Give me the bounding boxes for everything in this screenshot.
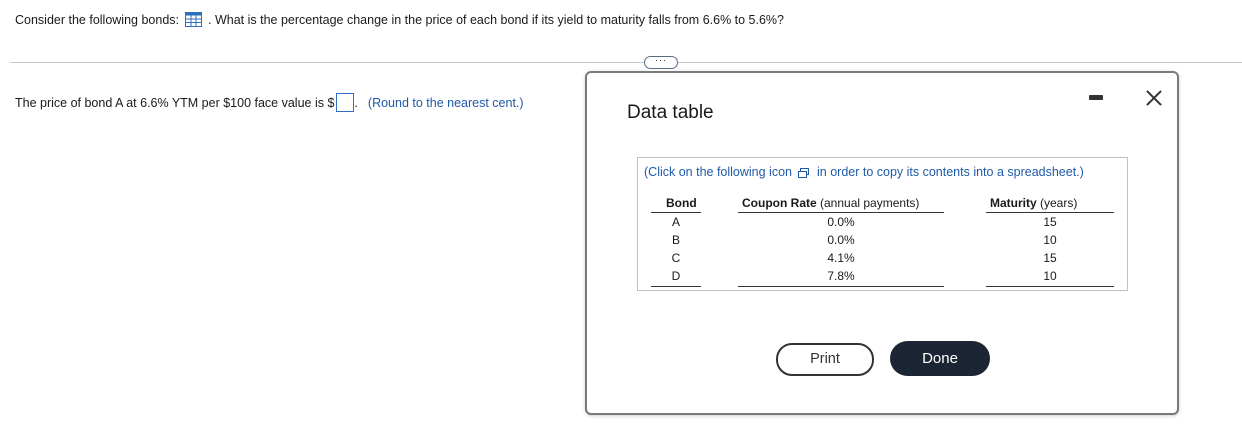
cell-coupon: 0.0% bbox=[827, 215, 855, 229]
data-table-dialog: Data table (Click on the following icon … bbox=[585, 71, 1179, 415]
done-button[interactable]: Done bbox=[890, 341, 990, 376]
cell-bond: B bbox=[671, 233, 680, 247]
copy-suffix: in order to copy its contents into a spr… bbox=[817, 165, 1084, 179]
header-coupon-rate: Coupon Rate (annual payments) bbox=[742, 196, 920, 210]
copy-prefix: (Click on the following icon bbox=[644, 165, 792, 179]
dialog-title: Data table bbox=[627, 102, 714, 123]
cell-maturity: 10 bbox=[1043, 269, 1057, 283]
cell-bond: C bbox=[671, 251, 681, 265]
header-bond: Bond bbox=[666, 196, 697, 210]
header-rule bbox=[651, 212, 701, 213]
question-prefix: Consider the following bonds: bbox=[15, 12, 179, 27]
cell-maturity: 15 bbox=[1043, 215, 1057, 229]
header-rule bbox=[738, 212, 944, 213]
copy-instruction: (Click on the following icon in order to… bbox=[644, 165, 1084, 179]
answer-suffix: . bbox=[354, 95, 358, 110]
cell-maturity: 15 bbox=[1043, 251, 1057, 265]
footer-rule bbox=[986, 286, 1114, 287]
data-table-container: (Click on the following icon in order to… bbox=[637, 157, 1128, 291]
cell-coupon: 4.1% bbox=[827, 251, 855, 265]
cell-maturity: 10 bbox=[1043, 233, 1057, 247]
header-maturity: Maturity (years) bbox=[990, 196, 1078, 210]
minimize-icon[interactable] bbox=[1089, 95, 1103, 100]
close-icon[interactable] bbox=[1145, 89, 1163, 107]
footer-rule bbox=[738, 286, 944, 287]
header-rule bbox=[986, 212, 1114, 213]
cell-coupon: 7.8% bbox=[827, 269, 855, 283]
answer-input[interactable] bbox=[336, 93, 355, 112]
answer-prefix: The price of bond A at 6.6% YTM per $100… bbox=[15, 95, 335, 110]
answer-line: The price of bond A at 6.6% YTM per $100… bbox=[15, 93, 524, 112]
print-button[interactable]: Print bbox=[776, 343, 874, 376]
cell-coupon: 0.0% bbox=[827, 233, 855, 247]
cell-bond: D bbox=[671, 269, 681, 283]
data-table-icon[interactable] bbox=[185, 12, 202, 27]
copy-spreadsheet-icon[interactable] bbox=[798, 167, 810, 178]
question-suffix: . What is the percentage change in the p… bbox=[208, 12, 785, 27]
question-text: Consider the following bonds: . What is … bbox=[15, 12, 784, 27]
section-divider bbox=[10, 62, 1242, 63]
footer-rule bbox=[651, 286, 701, 287]
cell-bond: A bbox=[671, 215, 680, 229]
expand-button[interactable]: ··· bbox=[644, 56, 678, 69]
round-hint: (Round to the nearest cent.) bbox=[367, 95, 524, 110]
